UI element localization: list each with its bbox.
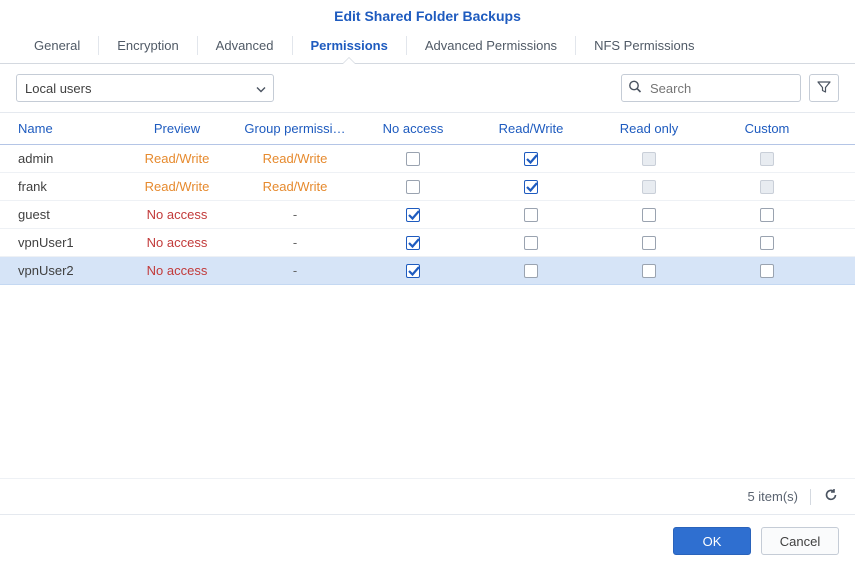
cell-preview: Read/Write	[118, 145, 236, 174]
cell-read-write	[472, 171, 590, 203]
checkbox-read-write[interactable]	[524, 152, 538, 166]
checkbox-no-access[interactable]	[406, 152, 420, 166]
table-row[interactable]: vpnUser1No access-	[0, 229, 855, 257]
table-row[interactable]: vpnUser2No access-	[0, 257, 855, 285]
checkbox-no-access[interactable]	[406, 236, 420, 250]
table-body: adminRead/WriteRead/WritefrankRead/Write…	[0, 145, 855, 285]
toolbar: Local users	[0, 64, 855, 112]
tab-nfs-permissions[interactable]: NFS Permissions	[576, 28, 712, 63]
cell-read-write	[472, 199, 590, 231]
col-preview[interactable]: Preview	[118, 113, 236, 144]
checkbox-no-access[interactable]	[406, 180, 420, 194]
cell-name: admin	[0, 145, 118, 174]
ok-button[interactable]: OK	[673, 527, 751, 555]
col-read-only[interactable]: Read only	[590, 113, 708, 144]
checkbox-custom	[760, 152, 774, 166]
cell-name: guest	[0, 199, 118, 230]
cell-read-only	[590, 171, 708, 203]
tab-advanced-permissions[interactable]: Advanced Permissions	[407, 28, 575, 63]
cell-preview: No access	[118, 227, 236, 258]
checkbox-read-write[interactable]	[524, 180, 538, 194]
user-scope-select[interactable]: Local users	[16, 74, 274, 102]
tab-permissions[interactable]: Permissions	[293, 28, 406, 63]
checkbox-custom[interactable]	[760, 208, 774, 222]
cell-custom	[708, 255, 826, 287]
search-field[interactable]	[621, 74, 801, 102]
checkbox-read-only[interactable]	[642, 236, 656, 250]
cell-preview: No access	[118, 199, 236, 230]
cell-read-only	[590, 199, 708, 231]
checkbox-read-only[interactable]	[642, 264, 656, 278]
tab-bar: GeneralEncryptionAdvancedPermissionsAdva…	[0, 28, 855, 64]
status-separator	[810, 489, 811, 505]
cell-no-access	[354, 199, 472, 231]
table-row[interactable]: guestNo access-	[0, 201, 855, 229]
cell-read-only	[590, 227, 708, 259]
tab-encryption[interactable]: Encryption	[99, 28, 196, 63]
item-count: 5 item(s)	[747, 489, 798, 504]
dialog-title: Edit Shared Folder Backups	[0, 0, 855, 28]
cell-preview: Read/Write	[118, 171, 236, 202]
cell-group: Read/Write	[236, 145, 354, 174]
table-row[interactable]: adminRead/WriteRead/Write	[0, 145, 855, 173]
filter-icon	[817, 80, 831, 97]
cell-read-write	[472, 255, 590, 287]
checkbox-custom[interactable]	[760, 236, 774, 250]
cell-name: vpnUser1	[0, 227, 118, 258]
cancel-button[interactable]: Cancel	[761, 527, 839, 555]
checkbox-no-access[interactable]	[406, 208, 420, 222]
status-bar: 5 item(s)	[0, 478, 855, 514]
cell-preview: No access	[118, 255, 236, 286]
user-scope-dropdown[interactable]: Local users	[16, 74, 274, 102]
tab-general[interactable]: General	[16, 28, 98, 63]
checkbox-read-only[interactable]	[642, 208, 656, 222]
cell-no-access	[354, 227, 472, 259]
cell-group: Read/Write	[236, 171, 354, 202]
table-row[interactable]: frankRead/WriteRead/Write	[0, 173, 855, 201]
cell-read-only	[590, 255, 708, 287]
checkbox-read-write[interactable]	[524, 264, 538, 278]
search-input[interactable]	[621, 74, 801, 102]
col-no-access[interactable]: No access	[354, 113, 472, 144]
col-group-permissions[interactable]: Group permissi…	[236, 113, 354, 144]
checkbox-no-access[interactable]	[406, 264, 420, 278]
reload-button[interactable]	[823, 487, 839, 506]
checkbox-read-write[interactable]	[524, 236, 538, 250]
filter-button[interactable]	[809, 74, 839, 102]
cell-custom	[708, 171, 826, 203]
search-icon	[628, 80, 642, 97]
reload-icon	[823, 487, 839, 506]
checkbox-read-write[interactable]	[524, 208, 538, 222]
cell-read-write	[472, 227, 590, 259]
col-read-write[interactable]: Read/Write	[472, 113, 590, 144]
checkbox-read-only	[642, 180, 656, 194]
cell-group: -	[236, 199, 354, 230]
checkbox-custom	[760, 180, 774, 194]
cell-custom	[708, 227, 826, 259]
cell-name: vpnUser2	[0, 255, 118, 286]
tab-advanced[interactable]: Advanced	[198, 28, 292, 63]
col-custom[interactable]: Custom	[708, 113, 826, 144]
cell-no-access	[354, 255, 472, 287]
dialog-footer: OK Cancel	[0, 514, 855, 569]
cell-name: frank	[0, 171, 118, 202]
cell-custom	[708, 199, 826, 231]
checkbox-read-only	[642, 152, 656, 166]
col-name[interactable]: Name	[0, 113, 118, 144]
cell-no-access	[354, 171, 472, 203]
checkbox-custom[interactable]	[760, 264, 774, 278]
table-header: Name Preview Group permissi… No access R…	[0, 112, 855, 145]
cell-group: -	[236, 255, 354, 286]
cell-group: -	[236, 227, 354, 258]
